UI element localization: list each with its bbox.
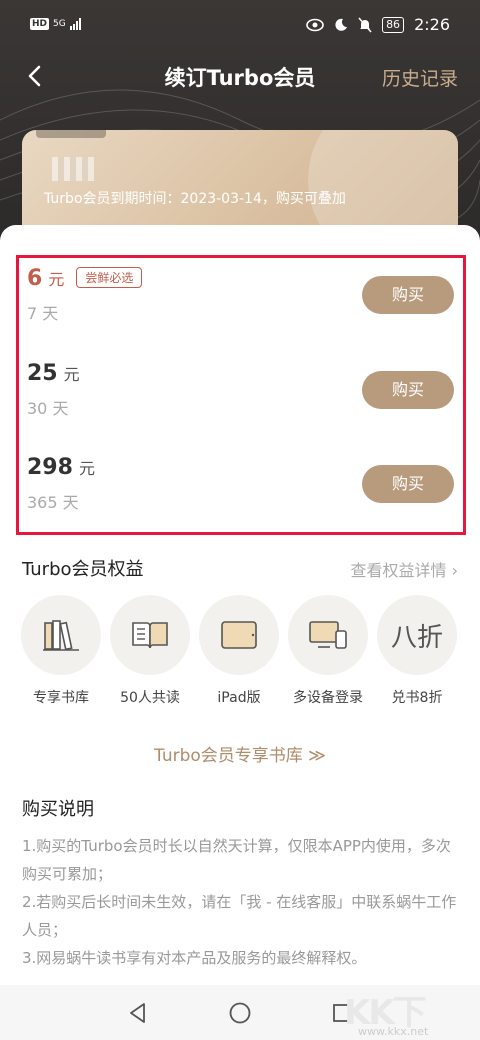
buy-button[interactable]: 购买 (362, 465, 454, 503)
plan-price: 298 (27, 455, 73, 480)
benefit-label: 专享书库 (33, 690, 89, 706)
plan-unit: 元 (48, 270, 65, 289)
benefits-details-link[interactable]: 查看权益详情 › (350, 557, 458, 581)
card-tab (36, 130, 106, 138)
devices-icon (309, 621, 347, 649)
ipad-icon (221, 621, 257, 649)
purchase-note-line: 1.购买的Turbo会员时长以自然天计算，仅限本APP内使用，多次购买可累加； (22, 837, 451, 883)
moon-icon (335, 18, 348, 31)
watermark-url: www.kkx.net (358, 1025, 429, 1038)
expire-text: Turbo会员到期时间：2023-03-14，购买可叠加 (44, 191, 346, 207)
plan-price: 25 (27, 361, 58, 386)
eye-icon (306, 18, 324, 31)
buy-button[interactable]: 购买 (362, 276, 454, 314)
discount-icon: 八折 (390, 622, 443, 653)
benefit-item[interactable]: 八折 兑书8折 (376, 595, 458, 707)
battery-indicator: 86 (382, 16, 405, 33)
buy-button[interactable]: 购买 (362, 371, 454, 409)
benefit-label: 多设备登录 (293, 690, 363, 706)
benefit-item[interactable]: iPad版 (198, 595, 280, 707)
plan-item: 25 元 30 天 购买 (19, 353, 463, 443)
benefit-label: iPad版 (217, 690, 261, 706)
blurred-username (52, 157, 94, 181)
history-link[interactable]: 历史记录 (382, 64, 458, 91)
purchase-notes-title: 购买说明 (22, 799, 94, 820)
benefit-item[interactable]: 专享书库 (20, 595, 102, 707)
plan-item: 6 元 尝鲜必选 7 天 购买 (19, 258, 463, 348)
purchase-note-line: 2.若购买后长时间未生效，请在「我 - 在线客服」中联系蜗牛工作人员； (22, 893, 457, 939)
plan-tag: 尝鲜必选 (76, 267, 143, 288)
purchase-notes: 1.购买的Turbo会员时长以自然天计算，仅限本APP内使用，多次购买可累加； … (22, 832, 462, 972)
plan-unit: 元 (63, 365, 80, 384)
purchase-note-line: 3.网易蜗牛读书享有对本产品及服务的最终解释权。 (22, 949, 367, 967)
status-bar: HD 5G 86 2:26 (0, 0, 480, 52)
benefit-item[interactable]: 多设备登录 (287, 595, 369, 707)
benefit-icons: 专享书库 50人共读 iPad版 多设备登录 八折 兑书8折 (20, 595, 460, 715)
chevron-right-icon: › (451, 561, 458, 580)
plan-price: 6 (27, 266, 43, 291)
hd-badge: HD (30, 18, 50, 30)
books-icon (43, 620, 79, 651)
plan-unit: 元 (78, 459, 95, 478)
benefit-label: 兑书8折 (391, 690, 443, 706)
benefit-item[interactable]: 50人共读 (109, 595, 191, 707)
benefit-label: 50人共读 (120, 690, 180, 706)
plan-list: 6 元 尝鲜必选 7 天 购买 25 元 30 天 购买 298 元 365 天… (16, 255, 466, 535)
benefits-more-label: 查看权益详情 (350, 561, 447, 580)
plan-days: 7 天 (27, 304, 59, 323)
signal-icon (69, 18, 81, 30)
bell-muted-icon (358, 17, 372, 32)
watermark: KK下载 www.kkx.net (344, 985, 454, 1040)
plan-days: 30 天 (27, 399, 69, 418)
nav-bar: 续订Turbo会员 历史记录 (0, 52, 480, 100)
plan-item: 298 元 365 天 购买 (19, 447, 463, 537)
plan-days: 365 天 (27, 493, 79, 512)
exclusive-library-link[interactable]: Turbo会员专享书库 ≫ (0, 741, 480, 766)
nav-back-icon[interactable] (126, 1001, 150, 1025)
benefits-title: Turbo会员权益 (22, 559, 144, 580)
open-book-icon (132, 622, 168, 649)
nav-home-icon[interactable] (228, 1001, 252, 1025)
clock: 2:26 (414, 15, 450, 34)
network-type: 5G (53, 18, 66, 29)
